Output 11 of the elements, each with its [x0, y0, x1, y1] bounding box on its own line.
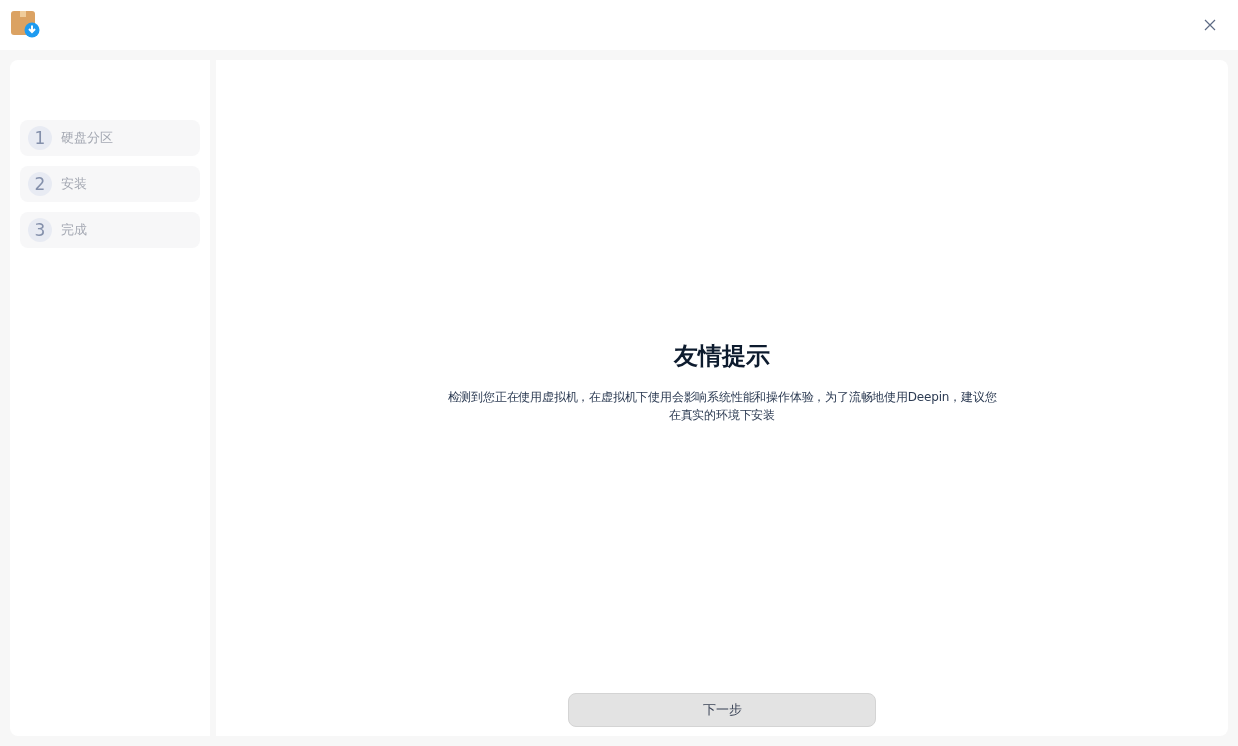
step-label: 硬盘分区 [61, 129, 113, 147]
step-label: 安装 [61, 175, 87, 193]
step-label: 完成 [61, 221, 87, 239]
notice-title: 友情提示 [674, 340, 770, 372]
notice-message: 检测到您正在使用虚拟机，在虚拟机下使用会影响系统性能和操作体验，为了流畅地使用Deepin，建议您在真实的环境下安装 [446, 388, 998, 424]
step-number: 2 [28, 172, 52, 196]
next-button[interactable]: 下一步 [568, 693, 876, 727]
close-icon [1203, 18, 1217, 32]
package-download-icon [10, 10, 40, 40]
step-number: 1 [28, 126, 52, 150]
step-number: 3 [28, 218, 52, 242]
